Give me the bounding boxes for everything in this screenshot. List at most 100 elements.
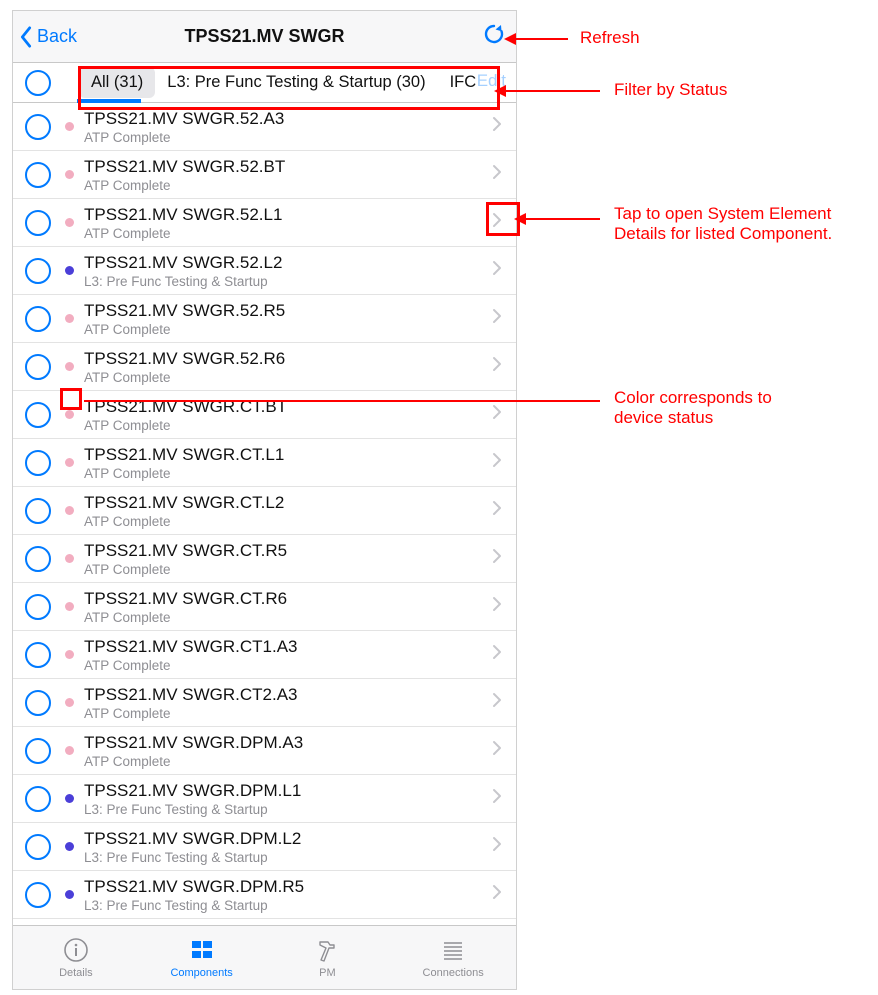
annotation-arrow [504, 90, 600, 92]
row-select-toggle[interactable] [25, 354, 51, 380]
row-text: TPSS21.MV SWGR.CT.R5ATP Complete [84, 541, 492, 577]
disclosure-button[interactable] [492, 308, 502, 329]
components-icon [189, 937, 215, 963]
status-dot [65, 602, 74, 611]
select-all-toggle[interactable] [25, 70, 51, 96]
list-item[interactable]: TPSS21.MV SWGR.CT.R6ATP Complete [13, 583, 516, 631]
chevron-right-icon [492, 404, 502, 420]
chevron-right-icon [492, 308, 502, 324]
tab-details[interactable]: Details [13, 926, 139, 989]
arrow-left-icon [514, 213, 526, 225]
row-subtitle: L3: Pre Func Testing & Startup [84, 802, 492, 817]
list-item[interactable]: TPSS21.MV SWGR.52.L2L3: Pre Func Testing… [13, 247, 516, 295]
status-dot [65, 362, 74, 371]
list-item[interactable]: TPSS21.MV SWGR.CT.R5ATP Complete [13, 535, 516, 583]
disclosure-button[interactable] [492, 404, 502, 425]
list-item[interactable]: TPSS21.MV SWGR.52.R5ATP Complete [13, 295, 516, 343]
disclosure-button[interactable] [492, 164, 502, 185]
list-item[interactable]: TPSS21.MV SWGR.CT1.A3ATP Complete [13, 631, 516, 679]
disclosure-button[interactable] [492, 356, 502, 377]
chevron-right-icon [492, 500, 502, 516]
list-item[interactable]: TPSS21.MV SWGR.DPM.L2L3: Pre Func Testin… [13, 823, 516, 871]
row-select-toggle[interactable] [25, 114, 51, 140]
chevron-left-icon [19, 26, 33, 48]
row-select-toggle[interactable] [25, 642, 51, 668]
row-title: TPSS21.MV SWGR.52.R5 [84, 301, 492, 321]
row-title: TPSS21.MV SWGR.52.BT [84, 157, 492, 177]
list-item[interactable]: TPSS21.MV SWGR.52.BTATP Complete [13, 151, 516, 199]
disclosure-button[interactable] [492, 260, 502, 281]
disclosure-button[interactable] [492, 548, 502, 569]
segment-l3[interactable]: L3: Pre Func Testing & Startup (30) [155, 67, 437, 98]
row-select-toggle[interactable] [25, 450, 51, 476]
chevron-right-icon [492, 164, 502, 180]
list-item[interactable]: TPSS21.MV SWGR.52.A3ATP Complete [13, 103, 516, 151]
list-item[interactable]: TPSS21.MV SWGR.CT.BTATP Complete [13, 391, 516, 439]
chevron-right-icon [492, 692, 502, 708]
refresh-icon [482, 22, 506, 46]
row-subtitle: ATP Complete [84, 562, 492, 577]
disclosure-button[interactable] [492, 500, 502, 521]
segment-all[interactable]: All (31) [79, 67, 155, 98]
row-select-toggle[interactable] [25, 210, 51, 236]
annotation-text-color: Color corresponds to device status [614, 388, 814, 428]
row-subtitle: ATP Complete [84, 418, 492, 433]
list-item[interactable]: TPSS21.MV SWGR.CT2.A3ATP Complete [13, 679, 516, 727]
list-item[interactable]: TPSS21.MV SWGR.DPM.A3ATP Complete [13, 727, 516, 775]
chevron-right-icon [492, 740, 502, 756]
row-text: TPSS21.MV SWGR.CT.L2ATP Complete [84, 493, 492, 529]
chevron-right-icon [492, 836, 502, 852]
disclosure-button[interactable] [492, 116, 502, 137]
list-item[interactable]: TPSS21.MV SWGR.DPM.R5L3: Pre Func Testin… [13, 871, 516, 919]
disclosure-button[interactable] [492, 788, 502, 809]
row-select-toggle[interactable] [25, 402, 51, 428]
connections-icon [440, 937, 466, 963]
tab-pm[interactable]: PM [265, 926, 391, 989]
row-select-toggle[interactable] [25, 690, 51, 716]
row-subtitle: ATP Complete [84, 178, 492, 193]
row-select-toggle[interactable] [25, 738, 51, 764]
chevron-right-icon [492, 596, 502, 612]
row-select-toggle[interactable] [25, 834, 51, 860]
tab-components[interactable]: Components [139, 926, 265, 989]
tab-connections[interactable]: Connections [390, 926, 516, 989]
row-subtitle: ATP Complete [84, 514, 492, 529]
disclosure-button[interactable] [492, 740, 502, 761]
refresh-button[interactable] [482, 22, 506, 51]
disclosure-button[interactable] [492, 452, 502, 473]
row-text: TPSS21.MV SWGR.DPM.A3ATP Complete [84, 733, 492, 769]
row-select-toggle[interactable] [25, 786, 51, 812]
hammer-icon [314, 937, 340, 963]
row-title: TPSS21.MV SWGR.52.R6 [84, 349, 492, 369]
list-item[interactable]: TPSS21.MV SWGR.CT.L1ATP Complete [13, 439, 516, 487]
list-item[interactable]: TPSS21.MV SWGR.52.L1ATP Complete [13, 199, 516, 247]
row-title: TPSS21.MV SWGR.CT1.A3 [84, 637, 492, 657]
row-select-toggle[interactable] [25, 882, 51, 908]
row-select-toggle[interactable] [25, 546, 51, 572]
status-dot [65, 458, 74, 467]
row-select-toggle[interactable] [25, 594, 51, 620]
row-select-toggle[interactable] [25, 498, 51, 524]
disclosure-button[interactable] [492, 212, 502, 233]
disclosure-button[interactable] [492, 692, 502, 713]
disclosure-button[interactable] [492, 596, 502, 617]
row-text: TPSS21.MV SWGR.DPM.L2L3: Pre Func Testin… [84, 829, 492, 865]
row-select-toggle[interactable] [25, 258, 51, 284]
disclosure-button[interactable] [492, 884, 502, 905]
disclosure-button[interactable] [492, 836, 502, 857]
status-dot [65, 554, 74, 563]
list-item[interactable]: TPSS21.MV SWGR.DPM.L1L3: Pre Func Testin… [13, 775, 516, 823]
status-dot [65, 314, 74, 323]
status-dot [65, 794, 74, 803]
status-dot [65, 266, 74, 275]
row-title: TPSS21.MV SWGR.CT.L1 [84, 445, 492, 465]
disclosure-button[interactable] [492, 644, 502, 665]
status-dot [65, 170, 74, 179]
list-item[interactable]: TPSS21.MV SWGR.CT.L2ATP Complete [13, 487, 516, 535]
row-subtitle: ATP Complete [84, 610, 492, 625]
list-item[interactable]: TPSS21.MV SWGR.52.R6ATP Complete [13, 343, 516, 391]
row-text: TPSS21.MV SWGR.52.R6ATP Complete [84, 349, 492, 385]
row-select-toggle[interactable] [25, 162, 51, 188]
row-select-toggle[interactable] [25, 306, 51, 332]
back-button[interactable]: Back [19, 26, 77, 48]
